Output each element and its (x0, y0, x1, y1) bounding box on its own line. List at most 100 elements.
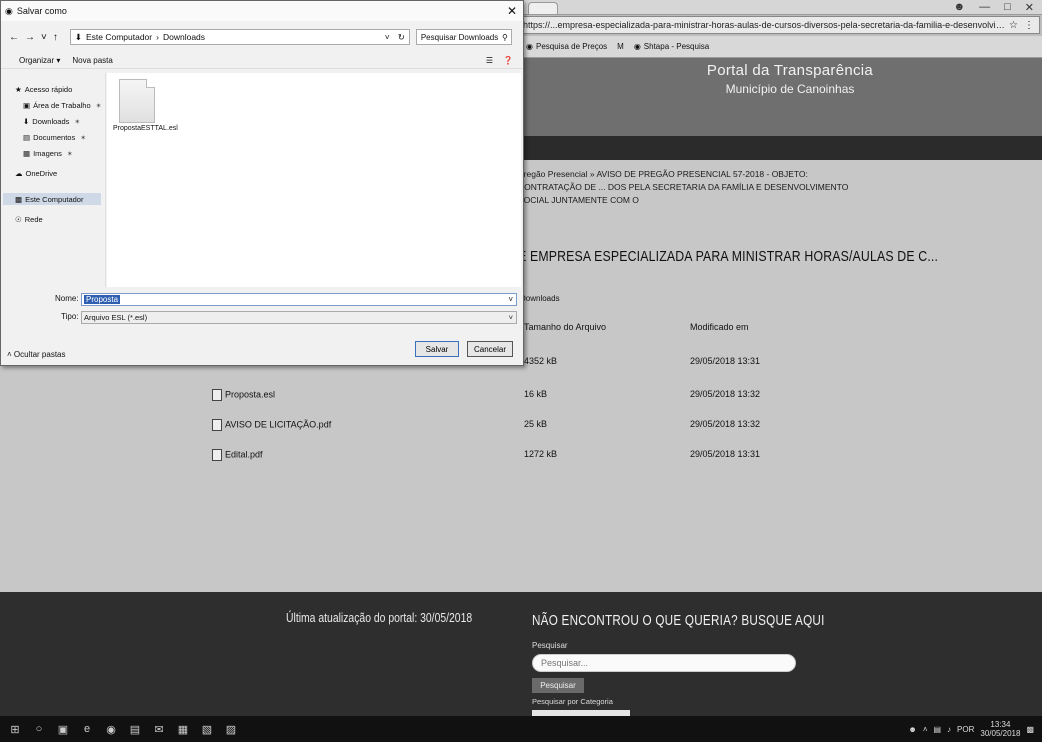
bookmark-item[interactable]: ◉ Pesquisa de Preços (526, 42, 607, 51)
help-icon[interactable]: ❓ (503, 56, 513, 65)
dialog-navigation: ← → ˅ ↑ ⬇ Este Computador › Downloads ˅ … (1, 27, 523, 47)
site-footer (0, 592, 1042, 716)
chevron-down-icon[interactable]: ˅ (508, 295, 513, 304)
view-options-icon[interactable]: ☰ (486, 56, 493, 65)
gmail-icon: M (617, 42, 624, 51)
star-icon[interactable]: ☆ (1009, 20, 1018, 31)
dialog-toolbar: Organizar ▾ Nova pasta ☰ ❓ (1, 53, 523, 69)
sidebar-item-documents[interactable]: ▤ Documentos ✶ (23, 133, 86, 142)
chevron-down-icon[interactable]: ˅ (385, 32, 390, 42)
cloud-icon: ☁ (15, 169, 23, 178)
sidebar-item-onedrive[interactable]: ☁ OneDrive (15, 169, 57, 178)
file-explorer-icon[interactable]: ▤ (126, 723, 144, 736)
language-indicator[interactable]: POR (957, 725, 974, 734)
search-button[interactable]: Pesquisar (532, 678, 584, 693)
notification-icon[interactable]: ▩ (1026, 725, 1034, 734)
chrome-icon: ◉ (5, 5, 13, 16)
up-icon[interactable]: ↑ (53, 32, 58, 43)
chevron-up-icon[interactable]: ˄ (923, 725, 928, 734)
new-folder-button[interactable]: Nova pasta (72, 56, 112, 65)
star-icon: ★ (15, 85, 22, 94)
close-icon[interactable]: ✕ (1025, 1, 1034, 14)
site-title[interactable]: Portal da Transparência Município de Can… (680, 62, 900, 96)
sidebar-item-network[interactable]: ☉ Rede (15, 215, 43, 224)
dialog-titlebar[interactable]: ◉ Salvar como ✕ (1, 1, 523, 21)
table-row[interactable]: Edital.pdf 1272 kB 29/05/2018 13:31 (0, 449, 1042, 463)
file-name[interactable]: Edital.pdf (225, 449, 263, 459)
outlook-icon[interactable]: ✉ (150, 723, 168, 736)
windows-start-icon[interactable]: ⊞ (6, 723, 24, 736)
file-tile[interactable]: PropostaESTTAL.esl (113, 79, 178, 132)
search-icon[interactable]: ○ (30, 723, 48, 735)
person-icon[interactable]: ☻ (908, 725, 916, 734)
path-bar[interactable]: ⬇ Este Computador › Downloads ˅ ↻ (69, 29, 410, 45)
filetype-select[interactable]: Arquivo ESL (*.esl) ˅ (81, 311, 517, 324)
close-icon[interactable]: ✕ (507, 4, 517, 18)
cancel-button[interactable]: Cancelar (467, 341, 513, 357)
sidebar-item-images[interactable]: ▦ Imagens ✶ (23, 149, 73, 158)
browser-tab[interactable] (528, 2, 558, 14)
chevron-down-icon: ˅ (508, 313, 513, 322)
bookmark-icon: ◉ (633, 42, 641, 51)
file-list-pane[interactable]: PropostaESTTAL.esl (107, 73, 521, 287)
volume-icon[interactable]: ♪ (947, 725, 951, 734)
search-icon: ⚲ (501, 32, 508, 42)
page-title: E EMPRESA ESPECIALIZADA PARA MINISTRAR H… (518, 248, 939, 265)
sidebar-item-quick-access[interactable]: ★ Acesso rápido (15, 85, 72, 94)
save-button[interactable]: Salvar (415, 341, 459, 357)
chrome-icon[interactable]: ◉ (102, 723, 120, 736)
sidebar-item-desktop[interactable]: ▣ Área de Trabalho ✶ (23, 101, 102, 110)
hide-folders-toggle[interactable]: ˄ Ocultar pastas (7, 350, 65, 359)
edge-icon[interactable]: e (78, 723, 96, 735)
filename-value: Proposta (84, 295, 121, 304)
pin-icon: ✶ (80, 134, 87, 142)
file-size: 1272 kB (524, 449, 558, 459)
downloads-label: Downloads (520, 294, 560, 303)
search-label: Pesquisar (532, 641, 568, 650)
minimize-icon[interactable]: — (979, 1, 990, 13)
maximize-icon[interactable]: □ (1004, 1, 1011, 13)
address-url[interactable]: https://...empresa-especializada-para-mi… (519, 20, 1009, 30)
refresh-icon[interactable]: ↻ (398, 32, 405, 43)
chevron-down-icon[interactable]: ˅ (41, 32, 47, 43)
app-icon[interactable]: ▧ (198, 723, 216, 736)
window-controls: ☻ — □ ✕ (954, 0, 1034, 14)
organize-button[interactable]: Organizar ▾ (19, 56, 60, 65)
profile-icon[interactable]: ☻ (954, 1, 966, 13)
file-icon (119, 79, 155, 123)
app-icon[interactable]: ▨ (222, 723, 240, 736)
table-row[interactable]: AVISO DE LICITAÇÃO.pdf 25 kB 29/05/2018 … (0, 419, 1042, 433)
chevron-up-icon: ˄ (7, 350, 12, 359)
file-modified: 29/05/2018 13:32 (690, 419, 761, 429)
download-icon: ⬇ (74, 31, 82, 42)
table-row[interactable]: Proposta.esl 16 kB 29/05/2018 13:32 (0, 389, 1042, 403)
back-icon[interactable]: ← (9, 32, 19, 43)
file-name[interactable]: Proposta.esl (225, 389, 275, 399)
sidebar-item-downloads[interactable]: ⬇ Downloads ✶ (23, 117, 80, 126)
dialog-search-box[interactable]: Pesquisar Downloads ⚲ (415, 29, 512, 45)
portal-title: Portal da Transparência (706, 62, 874, 79)
file-icon (212, 389, 222, 401)
pin-icon: ✶ (66, 150, 73, 158)
path-segment[interactable]: Downloads (163, 32, 205, 42)
task-view-icon[interactable]: ▣ (54, 723, 72, 736)
breadcrumb[interactable]: Pregão Presencial » AVISO DE PREGÃO PRES… (518, 168, 858, 207)
bookmark-item[interactable]: ◉ Shtapa - Pesquisa (634, 42, 709, 51)
menu-icon[interactable]: ⋮ (1024, 20, 1034, 31)
address-bar[interactable]: https://...empresa-especializada-para-mi… (518, 16, 1040, 34)
sidebar-item-this-pc[interactable]: ▩ Este Computador (3, 193, 101, 205)
clock[interactable]: 13:34 30/05/2018 (980, 720, 1020, 738)
save-as-dialog: ◉ Salvar como ✕ ← → ˅ ↑ ⬇ Este Computado… (0, 0, 524, 366)
network-icon[interactable]: ▤ (933, 725, 941, 734)
excel-icon[interactable]: ▦ (174, 723, 192, 736)
forward-icon[interactable]: → (25, 32, 35, 43)
category-search-label: Pesquisar por Categoria (532, 697, 613, 706)
bookmark-item[interactable]: M (617, 42, 624, 51)
path-segment[interactable]: Este Computador (86, 32, 152, 42)
file-name[interactable]: AVISO DE LICITAÇÃO.pdf (225, 419, 331, 429)
search-input[interactable] (532, 654, 796, 672)
filename-input[interactable]: Proposta ˅ (81, 293, 517, 306)
bookmarks-bar: ◉ Pesquisa de Preços M ◉ Shtapa - Pesquisa (518, 36, 1042, 58)
column-header-modified: Modificado em (690, 322, 749, 332)
pin-icon: ✶ (74, 118, 81, 126)
